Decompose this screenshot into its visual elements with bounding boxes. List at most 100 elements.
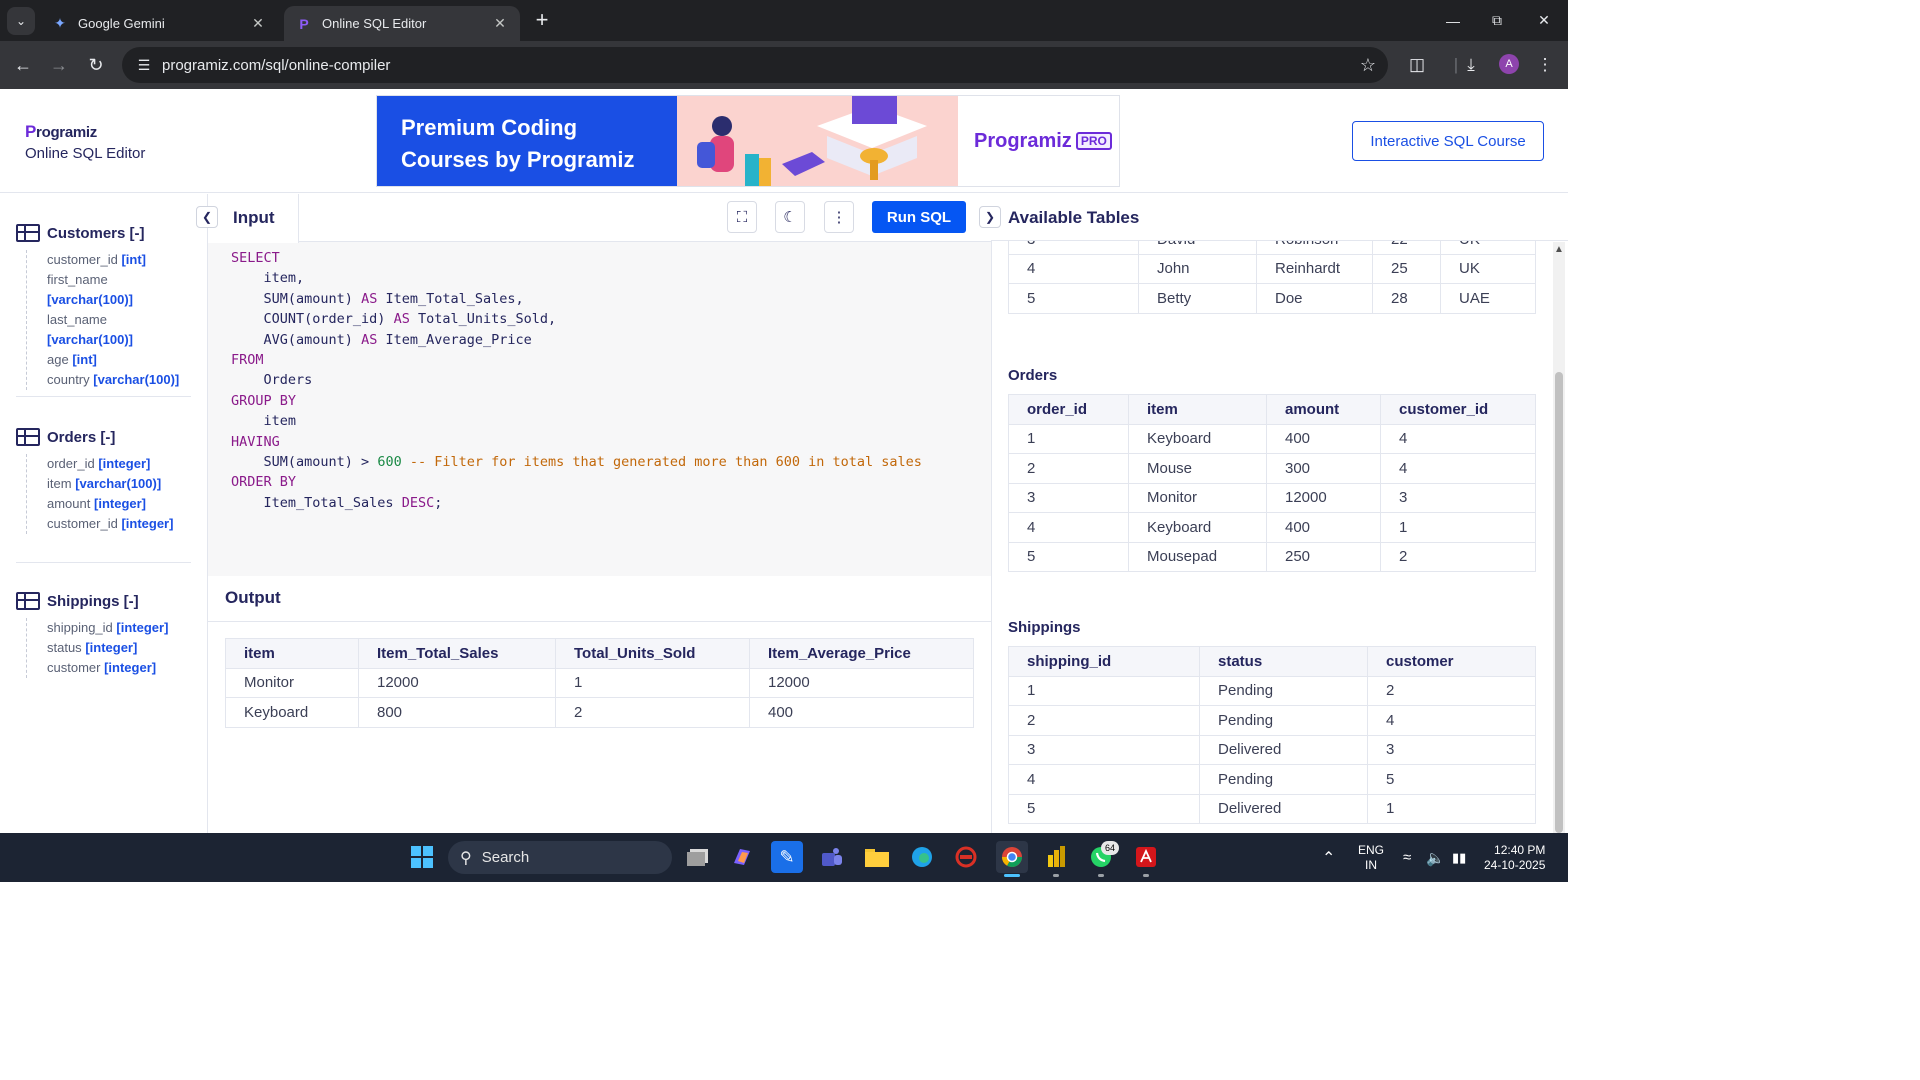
address-bar[interactable]: ☰ programiz.com/sql/online-compiler ☆ xyxy=(122,47,1388,83)
extensions-puzzle-icon[interactable]: ◫ xyxy=(1405,53,1429,77)
table-cell: Delivered xyxy=(1199,734,1368,765)
table-cell: John xyxy=(1138,253,1257,284)
input-tab[interactable]: Input xyxy=(208,194,299,243)
table-row: Monitor 12000 1 12000 xyxy=(225,667,974,698)
code-token: 600 xyxy=(377,454,402,471)
column-name: country xyxy=(47,372,90,387)
copilot-icon[interactable] xyxy=(726,841,758,873)
table-row: 4 John Reinhardt 25 UK xyxy=(1008,253,1536,284)
table-cell: 12000 xyxy=(358,667,556,698)
available-tables-panel[interactable]: 3 David Robinson 22 UK 4 John Reinhardt … xyxy=(991,194,1568,833)
more-options-icon[interactable]: ⋮ xyxy=(824,201,854,233)
editor-app-icon[interactable]: ✎ xyxy=(771,841,803,873)
language-indicator[interactable]: ENG IN xyxy=(1358,833,1384,882)
acrobat-icon[interactable] xyxy=(1130,841,1162,873)
code-comment: -- Filter for items that generated more … xyxy=(401,454,922,471)
table-header-row: order_id item amount customer_id xyxy=(1008,394,1536,425)
table-header-orders[interactable]: Orders [-] xyxy=(16,426,196,448)
edge-icon[interactable] xyxy=(906,841,938,873)
schema-sidebar: Customers [-] customer_id [int] first_na… xyxy=(0,194,208,833)
fullscreen-icon[interactable]: ⛶ xyxy=(727,201,757,233)
column-header: customer xyxy=(1367,646,1536,677)
interactive-sql-course-button[interactable]: Interactive SQL Course xyxy=(1352,121,1544,161)
column-name: last_name xyxy=(47,312,107,327)
code-token: Item_Average_Price xyxy=(377,331,532,348)
new-tab-plus-icon[interactable]: + xyxy=(530,8,554,32)
table-cell: 2 xyxy=(1367,675,1536,706)
file-explorer-icon[interactable] xyxy=(861,841,893,873)
logo-p: P xyxy=(25,122,37,141)
programiz-logo[interactable]: Programiz xyxy=(25,122,97,142)
shippings-section-title: Shippings xyxy=(1008,619,1081,636)
url-text[interactable]: programiz.com/sql/online-compiler xyxy=(162,57,390,74)
table-cell: 1 xyxy=(1367,793,1536,824)
column-header: Item_Total_Sales xyxy=(358,638,556,669)
close-tab-icon[interactable]: ✕ xyxy=(492,15,508,32)
clock[interactable]: 12:40 PM 24-10-2025 xyxy=(1484,833,1545,882)
table-customers: Customers [-] customer_id [int] first_na… xyxy=(16,222,196,390)
battery-icon[interactable]: ▮▮ xyxy=(1452,833,1466,882)
chrome-icon[interactable] xyxy=(996,841,1028,873)
column-list: order_id [integer] item [varchar(100)] a… xyxy=(26,454,196,534)
tables-scrollbar-thumb[interactable] xyxy=(1555,372,1563,833)
tab-search-chevron-icon[interactable]: ⌄ xyxy=(7,7,35,35)
code-token: AS xyxy=(393,311,410,328)
orders-table: order_id item amount customer_id 1 Keyboa… xyxy=(1008,394,1536,572)
acrobat-running-indicator xyxy=(1143,874,1149,877)
show-hidden-icons-chevron-icon[interactable]: ⌃ xyxy=(1322,833,1335,882)
browser-menu-icon[interactable]: ⋮ xyxy=(1533,53,1557,77)
browser-tab-sql-editor[interactable]: P Online SQL Editor ✕ xyxy=(284,6,520,41)
table-cell: 400 xyxy=(1266,423,1381,454)
taskbar-search[interactable]: ⚲ Search xyxy=(448,841,672,874)
browser-tab-gemini[interactable]: ✦ Google Gemini ✕ xyxy=(40,6,278,41)
antivirus-icon[interactable] xyxy=(950,841,982,873)
table-cell: Monitor xyxy=(1128,482,1267,513)
code-token: SUM xyxy=(263,454,288,471)
power-bi-icon[interactable] xyxy=(1040,841,1072,873)
table-row: 5 Mousepad 250 2 xyxy=(1008,541,1536,572)
volume-icon[interactable]: 🔈 xyxy=(1426,833,1445,882)
table-header-shippings[interactable]: Shippings [-] xyxy=(16,590,196,612)
close-tab-icon[interactable]: ✕ xyxy=(250,15,266,32)
teams-icon[interactable] xyxy=(816,841,848,873)
back-arrow-icon[interactable]: ← xyxy=(9,51,37,79)
column-type: [varchar(100)] xyxy=(75,476,162,491)
table-header-customers[interactable]: Customers [-] xyxy=(16,222,196,244)
table-cell: 5 xyxy=(1008,541,1129,572)
bookmark-star-icon[interactable]: ☆ xyxy=(1360,55,1376,76)
table-cell: 5 xyxy=(1008,793,1200,824)
windows-start-icon[interactable] xyxy=(406,841,438,873)
restore-icon[interactable]: ⧉ xyxy=(1474,0,1520,41)
site-info-icon[interactable]: ☰ xyxy=(126,57,162,74)
collapse-tables-chevron-right-icon[interactable]: ❯ xyxy=(979,206,1001,228)
table-row: 4 Pending 5 xyxy=(1008,764,1536,795)
sql-code[interactable]: SELECT item, SUM(amount) AS Item_Total_S… xyxy=(231,248,922,513)
column-list: customer_id [int] first_name [varchar(100… xyxy=(26,250,196,390)
table-cell: 3 xyxy=(1380,482,1536,513)
table-cell: 28 xyxy=(1372,283,1441,314)
banner-illustration xyxy=(677,96,958,186)
promo-banner[interactable]: Premium Coding Courses by Programiz Prog… xyxy=(376,95,1120,187)
banner-line-2: Courses by Programiz xyxy=(401,147,635,172)
reload-icon[interactable]: ↻ xyxy=(82,51,110,79)
code-token: ORDER BY xyxy=(231,474,297,491)
table-row: Keyboard 800 2 400 xyxy=(225,697,974,728)
task-view-icon[interactable] xyxy=(682,841,714,873)
minimize-icon[interactable]: — xyxy=(1430,0,1476,41)
run-sql-button[interactable]: Run SQL xyxy=(872,201,966,233)
column-name: customer xyxy=(47,660,101,675)
wifi-icon[interactable]: ≈ xyxy=(1403,833,1411,882)
code-token: item xyxy=(263,413,297,430)
scroll-up-arrow-icon[interactable]: ▲ xyxy=(1554,244,1564,255)
downloads-icon[interactable]: ⤓ xyxy=(1459,53,1483,77)
forward-arrow-icon[interactable]: → xyxy=(45,51,73,79)
programiz-icon: P xyxy=(299,15,309,32)
table-icon xyxy=(16,592,40,610)
banner-headline: Premium Coding Courses by Programiz xyxy=(377,96,677,186)
dark-mode-moon-icon[interactable]: ☾ xyxy=(775,201,805,233)
profile-avatar[interactable]: A xyxy=(1499,54,1519,74)
table-row: 2 Pending 4 xyxy=(1008,705,1536,736)
column-list: shipping_id [integer] status [integer] c… xyxy=(26,618,196,678)
window-close-icon[interactable]: ✕ xyxy=(1521,0,1567,41)
collapse-sidebar-chevron-left-icon[interactable]: ❮ xyxy=(196,206,218,228)
